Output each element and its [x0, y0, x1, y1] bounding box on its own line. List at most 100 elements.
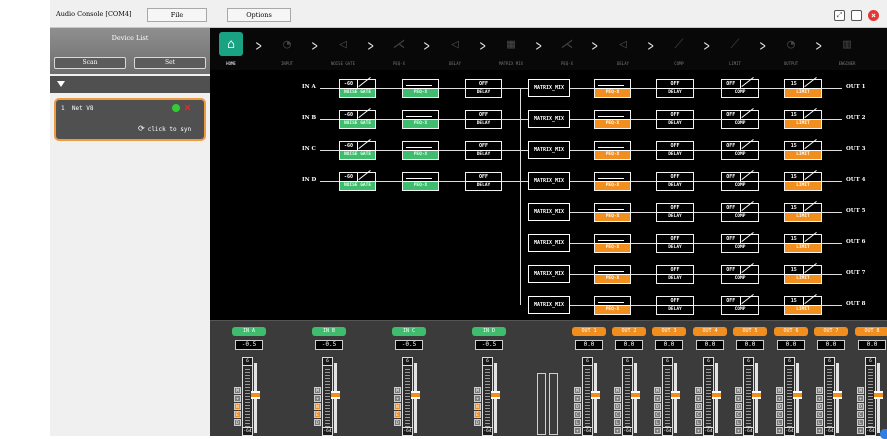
noise-gate-module[interactable]: -60 NOISE GATE [339, 107, 376, 129]
output-c-button[interactable]: C [654, 411, 661, 418]
comp-module[interactable]: OFF COMP [721, 293, 759, 315]
output-m-button[interactable]: M [574, 387, 581, 394]
peq-module[interactable]: PEQ-X [402, 79, 439, 98]
fader-knob[interactable] [251, 390, 260, 399]
output-d-button[interactable]: D [857, 403, 864, 410]
input-d-button[interactable]: D [314, 419, 321, 426]
output-gain-value[interactable]: 0.0 [575, 340, 603, 350]
comp-module[interactable]: OFF COMP [721, 76, 759, 98]
comp-module[interactable]: OFF COMP [721, 107, 759, 129]
input-n-button[interactable]: N [314, 403, 321, 410]
noise-gate-module[interactable]: -60 NOISE GATE [339, 138, 376, 160]
device-group-header[interactable] [50, 76, 210, 93]
output-plus-button[interactable]: + [857, 395, 864, 402]
tab-input[interactable]: ◔ INPUT [272, 32, 302, 67]
comp-module[interactable]: OFF COMP [721, 200, 759, 222]
output-delay-module[interactable]: OFF DELAY [656, 296, 694, 315]
input-d-button[interactable]: D [234, 419, 241, 426]
input-e-button[interactable]: E [474, 411, 481, 418]
input-e-button[interactable]: E [314, 411, 321, 418]
output-delay-module[interactable]: OFF DELAY [656, 234, 694, 253]
output-gain-value[interactable]: 0.0 [736, 340, 764, 350]
output-c-button[interactable]: C [857, 411, 864, 418]
sync-button[interactable]: ⟳ click to syn [138, 124, 191, 133]
output-channel-strip[interactable]: OUT 5 0.0 6 -64 M + D C L + [733, 327, 767, 439]
output-plus-button[interactable]: + [695, 427, 702, 434]
input-channel-name[interactable]: IN A [232, 327, 266, 336]
output-d-button[interactable]: D [695, 403, 702, 410]
tab-home[interactable]: ⌂ HOME [216, 32, 246, 66]
input-delay-module[interactable]: OFF DELAY [465, 110, 502, 129]
input-m-button[interactable]: M [474, 387, 481, 394]
output-c-button[interactable]: C [695, 411, 702, 418]
output-plus-button[interactable]: + [574, 395, 581, 402]
output-l-button[interactable]: L [776, 419, 783, 426]
input-channel-strip[interactable]: IN B -0.5 6 -64 M + N E D [312, 327, 346, 439]
input-channel-strip[interactable]: IN C -0.5 6 -64 M + N E D [392, 327, 426, 439]
output-m-button[interactable]: M [776, 387, 783, 394]
fader-knob[interactable] [793, 390, 802, 399]
comp-module[interactable]: OFF COMP [721, 231, 759, 253]
matrix-mix-module[interactable]: MATRIX_MIX [528, 110, 570, 128]
input-e-button[interactable]: E [394, 411, 401, 418]
output-c-button[interactable]: C [614, 411, 621, 418]
tab-peq-x[interactable]: ⋌ PEQ-X [384, 32, 414, 67]
output-m-button[interactable]: M [654, 387, 661, 394]
matrix-mix-module[interactable]: MATRIX_MIX [528, 141, 570, 159]
tab-enginer[interactable]: ▥ ENGINER [832, 32, 862, 67]
noise-gate-module[interactable]: -60 NOISE GATE [339, 169, 376, 191]
tab-delay[interactable]: ◁ DELAY [608, 32, 638, 67]
limit-module[interactable]: 15 LIMIT [784, 262, 822, 284]
matrix-mix-module[interactable]: MATRIX_MIX [528, 172, 570, 190]
output-channel-strip[interactable]: OUT 6 0.0 6 -64 M + D C L + [774, 327, 808, 439]
output-channel-strip[interactable]: OUT 7 0.0 6 -64 M + D C L + [814, 327, 848, 439]
output-l-button[interactable]: L [654, 419, 661, 426]
output-plus-button[interactable]: + [816, 395, 823, 402]
output-gain-value[interactable]: 0.0 [655, 340, 683, 350]
tab-peq-x[interactable]: ⋌ PEQ-X [552, 32, 582, 67]
output-plus-button[interactable]: + [776, 427, 783, 434]
limit-module[interactable]: 15 LIMIT [784, 231, 822, 253]
comp-module[interactable]: OFF COMP [721, 262, 759, 284]
output-delay-module[interactable]: OFF DELAY [656, 79, 694, 98]
fader-knob[interactable] [752, 390, 761, 399]
input-plus-button[interactable]: + [314, 395, 321, 402]
output-peq-module[interactable]: PEQ-X [594, 172, 631, 191]
output-plus-button[interactable]: + [735, 395, 742, 402]
output-c-button[interactable]: C [735, 411, 742, 418]
output-l-button[interactable]: L [857, 419, 864, 426]
limit-module[interactable]: 15 LIMIT [784, 76, 822, 98]
fader-knob[interactable] [591, 390, 600, 399]
output-gain-value[interactable]: 0.0 [858, 340, 886, 350]
input-channel-strip[interactable]: IN D -0.5 6 -64 M + N E D [472, 327, 506, 439]
fader-knob[interactable] [411, 390, 420, 399]
output-l-button[interactable]: L [816, 419, 823, 426]
output-delay-module[interactable]: OFF DELAY [656, 203, 694, 222]
tab-delay[interactable]: ◁ DELAY [440, 32, 470, 67]
output-gain-value[interactable]: 0.0 [817, 340, 845, 350]
maximize-icon[interactable] [851, 10, 862, 21]
matrix-mix-module[interactable]: MATRIX_MIX [528, 234, 570, 252]
output-plus-button[interactable]: + [614, 427, 621, 434]
matrix-mix-module[interactable]: MATRIX_MIX [528, 203, 570, 221]
limit-module[interactable]: 15 LIMIT [784, 138, 822, 160]
input-channel-name[interactable]: IN D [472, 327, 506, 336]
output-gain-value[interactable]: 0.0 [696, 340, 724, 350]
output-channel-strip[interactable]: OUT 3 0.0 6 -64 M + D C L + [652, 327, 686, 439]
output-peq-module[interactable]: PEQ-X [594, 234, 631, 253]
output-channel-name[interactable]: OUT 7 [814, 327, 848, 336]
output-plus-button[interactable]: + [654, 427, 661, 434]
output-d-button[interactable]: D [574, 403, 581, 410]
limit-module[interactable]: 15 LIMIT [784, 107, 822, 129]
output-plus-button[interactable]: + [735, 427, 742, 434]
input-n-button[interactable]: N [474, 403, 481, 410]
output-gain-value[interactable]: 0.0 [615, 340, 643, 350]
output-channel-name[interactable]: OUT 3 [652, 327, 686, 336]
input-delay-module[interactable]: OFF DELAY [465, 79, 502, 98]
file-menu-button[interactable]: File [147, 8, 207, 22]
output-m-button[interactable]: M [614, 387, 621, 394]
comp-module[interactable]: OFF COMP [721, 138, 759, 160]
peq-module[interactable]: PEQ-X [402, 141, 439, 160]
output-d-button[interactable]: D [816, 403, 823, 410]
output-m-button[interactable]: M [816, 387, 823, 394]
